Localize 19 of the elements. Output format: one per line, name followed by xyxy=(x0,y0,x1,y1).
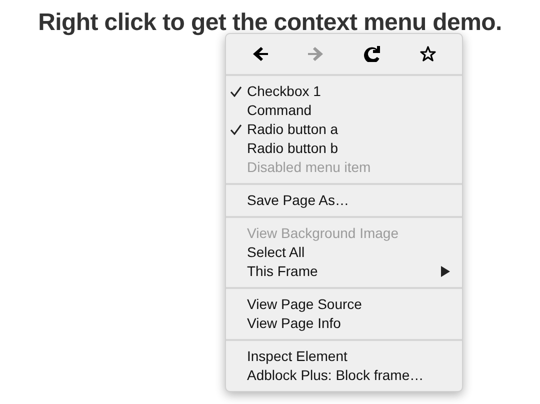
checkmark-icon xyxy=(230,124,242,135)
page-heading: Right click to get the context menu demo. xyxy=(37,8,503,38)
menu-item[interactable]: Select All xyxy=(226,243,462,262)
forward-arrow-icon xyxy=(308,46,324,62)
menu-item[interactable]: Inspect Element xyxy=(226,347,462,366)
submenu-arrow-icon xyxy=(441,266,450,277)
menu-item[interactable]: Radio button b xyxy=(226,139,462,158)
menu-item[interactable]: This Frame xyxy=(226,262,462,281)
star-icon xyxy=(420,46,436,62)
menu-item[interactable]: Adblock Plus: Block frame… xyxy=(226,366,462,385)
menu-item[interactable]: Radio button a xyxy=(226,120,462,139)
menu-item[interactable]: View Page Info xyxy=(226,314,462,333)
menu-item[interactable]: Command xyxy=(226,101,462,120)
menu-item[interactable]: View Page Source xyxy=(226,295,462,314)
checkmark-icon xyxy=(230,86,242,97)
menu-item[interactable]: Checkbox 1 xyxy=(226,82,462,101)
reload-icon xyxy=(364,46,380,62)
back-arrow-icon xyxy=(252,46,268,62)
menu-item[interactable]: Save Page As… xyxy=(226,191,462,210)
